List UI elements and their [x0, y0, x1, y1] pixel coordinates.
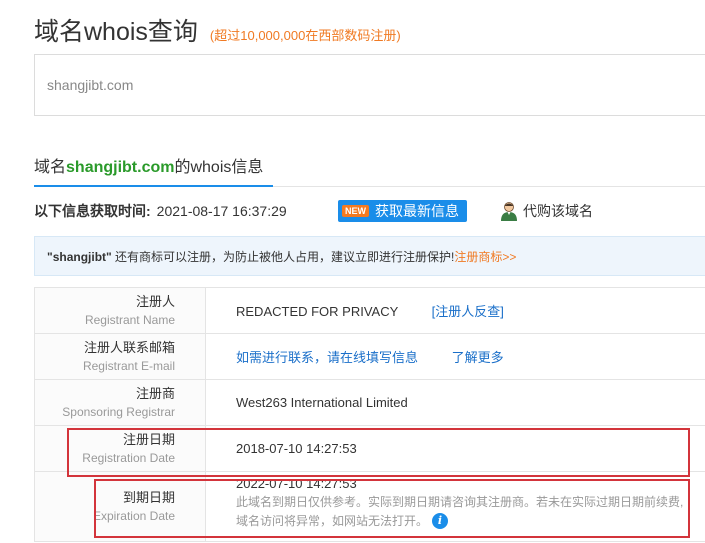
label-en: Registrant Name	[84, 312, 175, 327]
label-cn: 注册商	[135, 385, 175, 401]
page-title-text: 域名whois查询	[34, 18, 198, 46]
page-subtitle: (超过10,000,000在西部数码注册)	[209, 28, 401, 43]
section-tabbar: 域名shangjibt.com的whois信息	[34, 150, 705, 187]
fetch-time-value: 2021-08-17 16:37:29	[156, 203, 287, 219]
row-value: 2018-07-10 14:27:53	[205, 425, 705, 472]
buy-domain-link[interactable]: 代购该域名	[500, 200, 593, 222]
table-row-expiration-date: 到期日期 Expiration Date 2022-07-10 14:27:53…	[34, 471, 705, 542]
row-value: West263 International Limited	[205, 379, 705, 426]
row-label: 注册日期 Registration Date	[34, 425, 206, 472]
section-prefix: 域名	[34, 159, 67, 176]
domain-search-box[interactable]	[34, 54, 705, 116]
notice-keyword: "shangjibt"	[47, 250, 112, 264]
table-row-registration-date: 注册日期 Registration Date 2018-07-10 14:27:…	[34, 425, 705, 472]
row-value: 2022-07-10 14:27:53 此域名到期日仅供参考。实际到期日期请咨询…	[205, 471, 705, 542]
label-cn: 注册日期	[122, 431, 175, 447]
fetch-time-label: 以下信息获取时间:	[34, 203, 151, 219]
table-row-registrar: 注册商 Sponsoring Registrar West263 Interna…	[34, 379, 705, 426]
info-icon[interactable]: i	[432, 513, 449, 530]
registration-date-value: 2018-07-10 14:27:53	[236, 441, 357, 456]
notice-text: 还有商标可以注册，为防止被他人占用，建议立即进行注册保护!	[111, 250, 455, 264]
registrant-name-value: REDACTED FOR PRIVACY	[236, 304, 399, 319]
learn-more-link[interactable]: 了解更多	[452, 350, 504, 365]
registrar-value: West263 International Limited	[236, 395, 408, 410]
new-badge: NEW	[342, 205, 369, 217]
registrant-reverse-lookup-link[interactable]: [注册人反查]	[432, 304, 504, 319]
buy-domain-label: 代购该域名	[523, 203, 593, 219]
whois-table: 注册人 Registrant Name REDACTED FOR PRIVACY…	[34, 287, 705, 542]
label-cn: 注册人	[135, 293, 175, 309]
expiration-note-line1: 此域名到期日仅供参考。实际到期日期请咨询其注册商。若未在实际过期日期前续费,	[236, 494, 684, 509]
label-en: Expiration Date	[92, 508, 175, 523]
table-row-registrant-name: 注册人 Registrant Name REDACTED FOR PRIVACY…	[34, 287, 705, 334]
contact-online-link[interactable]: 如需进行联系，请在线填写信息	[236, 350, 418, 365]
label-cn: 注册人联系邮箱	[83, 339, 175, 355]
row-value: 如需进行联系，请在线填写信息 了解更多	[205, 333, 705, 380]
domain-search-input[interactable]	[35, 55, 705, 115]
agent-person-icon	[501, 202, 517, 221]
info-bar: 以下信息获取时间: 2021-08-17 16:37:29 NEW 获取最新信息…	[34, 200, 705, 222]
page-title: 域名whois查询 (超过10,000,000在西部数码注册)	[34, 12, 401, 48]
register-trademark-link[interactable]: 注册商标>>	[454, 250, 516, 264]
row-value: REDACTED FOR PRIVACY [注册人反查]	[205, 287, 705, 334]
row-label: 到期日期 Expiration Date	[34, 471, 206, 542]
label-cn: 到期日期	[122, 489, 175, 505]
refresh-info-button[interactable]: NEW 获取最新信息	[338, 200, 467, 222]
table-row-registrant-email: 注册人联系邮箱 Registrant E-mail 如需进行联系，请在线填写信息…	[34, 333, 705, 380]
tab-whois-info[interactable]: 域名shangjibt.com的whois信息	[34, 150, 273, 187]
label-en: Registrant E-mail	[82, 358, 175, 373]
row-label: 注册人联系邮箱 Registrant E-mail	[34, 333, 206, 380]
row-label: 注册商 Sponsoring Registrar	[34, 379, 206, 426]
expiration-date-value: 2022-07-10 14:27:53	[236, 475, 357, 491]
label-en: Registration Date	[82, 450, 175, 465]
section-suffix: 的whois信息	[174, 159, 264, 176]
trademark-notice: "shangjibt" 还有商标可以注册，为防止被他人占用，建议立即进行注册保护…	[34, 236, 705, 276]
row-label: 注册人 Registrant Name	[34, 287, 206, 334]
refresh-info-label: 获取最新信息	[375, 203, 459, 219]
expiration-note-text: 域名访问将异常，如网站无法打开。	[236, 513, 429, 528]
label-en: Sponsoring Registrar	[62, 404, 175, 419]
section-domain: shangjibt.com	[66, 159, 175, 176]
expiration-note-line2: 域名访问将异常，如网站无法打开。 i	[236, 512, 705, 531]
